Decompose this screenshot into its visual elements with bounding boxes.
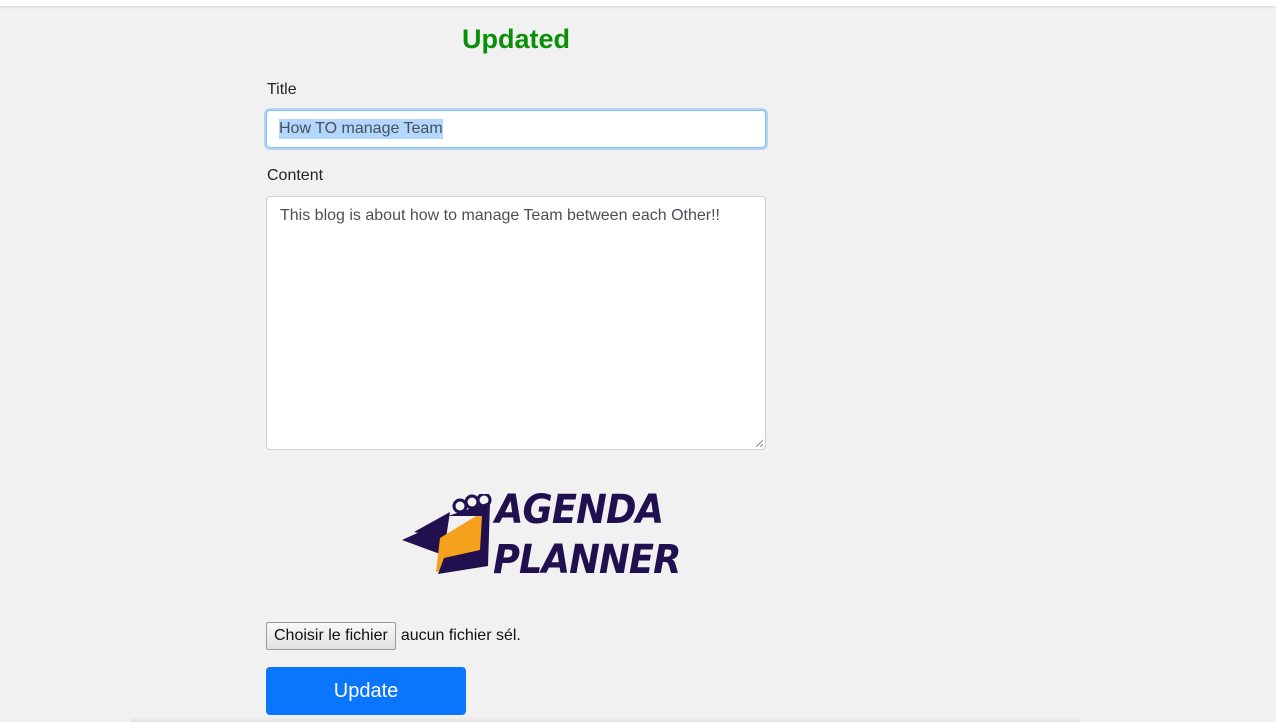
title-input[interactable]: How TO manage Team [266,110,766,148]
file-status-text: aucun fichier sél. [400,627,521,644]
content-label: Content [267,167,324,184]
choose-file-button[interactable]: Choisir le fichier [266,622,396,650]
content-textarea[interactable]: This blog is about how to manage Team be… [266,196,766,450]
page-title: Updated [462,24,570,54]
bottom-shadow [130,716,1080,722]
agenda-planner-logo: AGENDA PLANNER [400,486,681,586]
title-label: Title [267,81,297,98]
logo-text-line1: AGENDA [495,487,664,533]
update-button[interactable]: Update [266,667,466,715]
title-input-value: How TO manage Team [279,119,443,139]
content-textarea-value: This blog is about how to manage Team be… [280,207,720,224]
calendar-planner-icon [402,494,492,574]
resize-grip-icon[interactable] [755,439,763,447]
top-bar [0,0,1276,6]
logo-text-line2: PLANNER [493,537,681,583]
file-upload: Choisir le fichier aucun fichier sél. [266,622,521,650]
